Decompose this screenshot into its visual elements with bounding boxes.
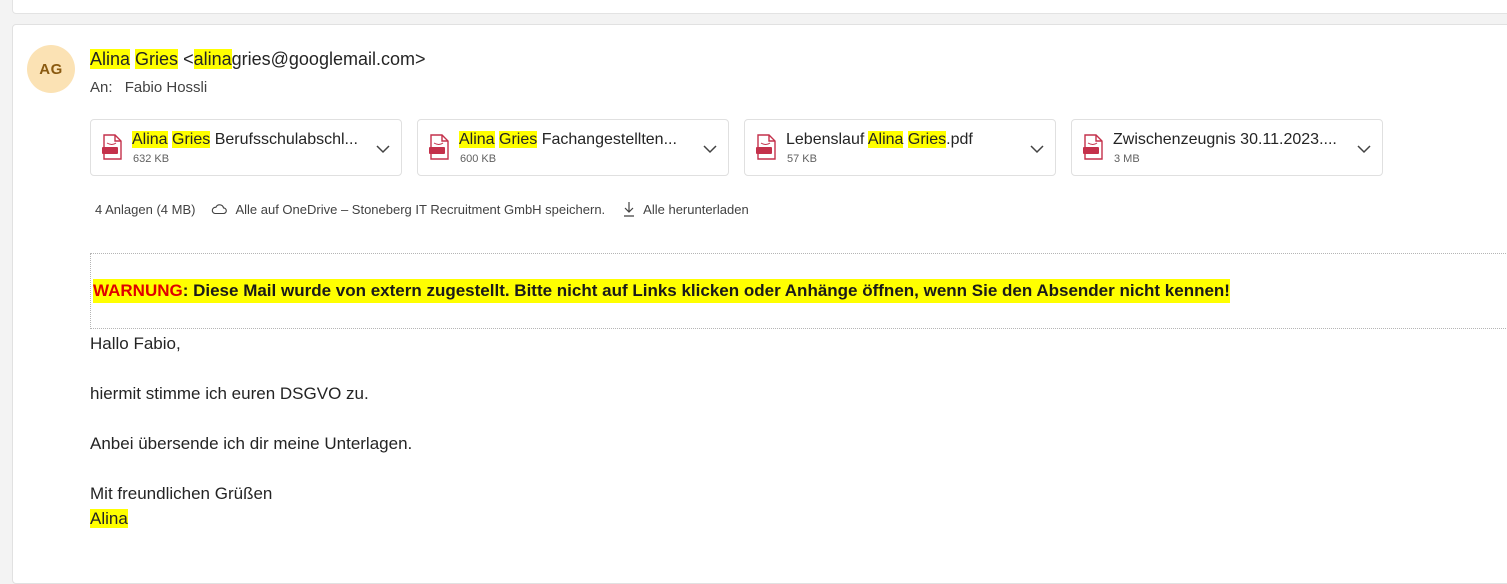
chevron-down-icon[interactable]	[701, 140, 719, 158]
download-all-label: Alle herunterladen	[643, 201, 749, 217]
download-all-button[interactable]: Alle herunterladen	[623, 201, 749, 217]
attachment-card[interactable]: Zwischenzeugnis 30.11.2023.... 3 MB	[1071, 119, 1383, 176]
download-icon	[624, 202, 635, 217]
save-to-onedrive-label: Alle auf OneDrive – Stoneberg IT Recruit…	[235, 201, 606, 217]
cloud-icon	[212, 204, 228, 215]
closing: Mit freundlichen Grüßen	[90, 484, 273, 503]
body-line: Anbei übersende ich dir meine Unterlagen…	[90, 434, 413, 453]
attachment-size: 3 MB	[1114, 153, 1140, 165]
avatar[interactable]: AG	[27, 45, 75, 93]
save-to-onedrive-button[interactable]: Alle auf OneDrive – Stoneberg IT Recruit…	[211, 202, 605, 217]
attachment-size: 632 KB	[133, 153, 170, 165]
pdf-icon	[102, 134, 122, 160]
attachment-size: 600 KB	[460, 153, 497, 165]
attachment-list: Alina Gries Berufsschulabschl... 632 KB …	[90, 119, 1383, 176]
external-warning-text: WARNUNG: Diese Mail wurde von extern zug…	[93, 279, 1230, 303]
sender-last-name: Gries	[135, 49, 179, 69]
chevron-down-icon[interactable]	[1355, 140, 1373, 158]
attachment-name: Zwischenzeugnis 30.11.2023....	[1113, 131, 1337, 148]
greeting: Hallo Fabio,	[90, 334, 181, 353]
email-message: AG Alina Gries <alinagries@googlemail.co…	[12, 24, 1507, 584]
attachment-name: Alina Gries Fachangestellten...	[459, 131, 677, 148]
signature: Alina	[90, 509, 128, 528]
chevron-down-icon[interactable]	[374, 140, 392, 158]
attachment-size: 57 KB	[787, 153, 817, 165]
message-body: Hallo Fabio, hiermit stimme ich euren DS…	[90, 331, 412, 531]
attachment-name: Lebenslauf Alina Gries.pdf	[786, 131, 973, 148]
attachment-card[interactable]: Alina Gries Fachangestellten... 600 KB	[417, 119, 729, 176]
attachment-card[interactable]: Alina Gries Berufsschulabschl... 632 KB	[90, 119, 402, 176]
pdf-icon	[1083, 134, 1103, 160]
attachment-actions: 4 Anlagen (4 MB) Alle auf OneDrive – Sto…	[95, 201, 767, 217]
attachment-count: 4 Anlagen (4 MB)	[95, 201, 196, 217]
body-line: hiermit stimme ich euren DSGVO zu.	[90, 384, 369, 403]
sender-first-name: Alina	[90, 49, 131, 69]
recipients-line: An: Fabio Hossli	[90, 78, 207, 98]
attachment-name: Alina Gries Berufsschulabschl...	[132, 131, 358, 148]
sender-email: <alinagries@googlemail.com>	[183, 49, 426, 69]
sender-line[interactable]: Alina Gries <alinagries@googlemail.com>	[90, 47, 426, 71]
pdf-icon	[756, 134, 776, 160]
to-label: An:	[90, 79, 113, 96]
external-warning-box: WARNUNG: Diese Mail wurde von extern zug…	[90, 253, 1507, 329]
pdf-icon	[429, 134, 449, 160]
attachment-card[interactable]: Lebenslauf Alina Gries.pdf 57 KB	[744, 119, 1056, 176]
chevron-down-icon[interactable]	[1028, 140, 1046, 158]
recipient-name[interactable]: Fabio Hossli	[125, 79, 208, 96]
previous-message-card	[12, 0, 1507, 14]
